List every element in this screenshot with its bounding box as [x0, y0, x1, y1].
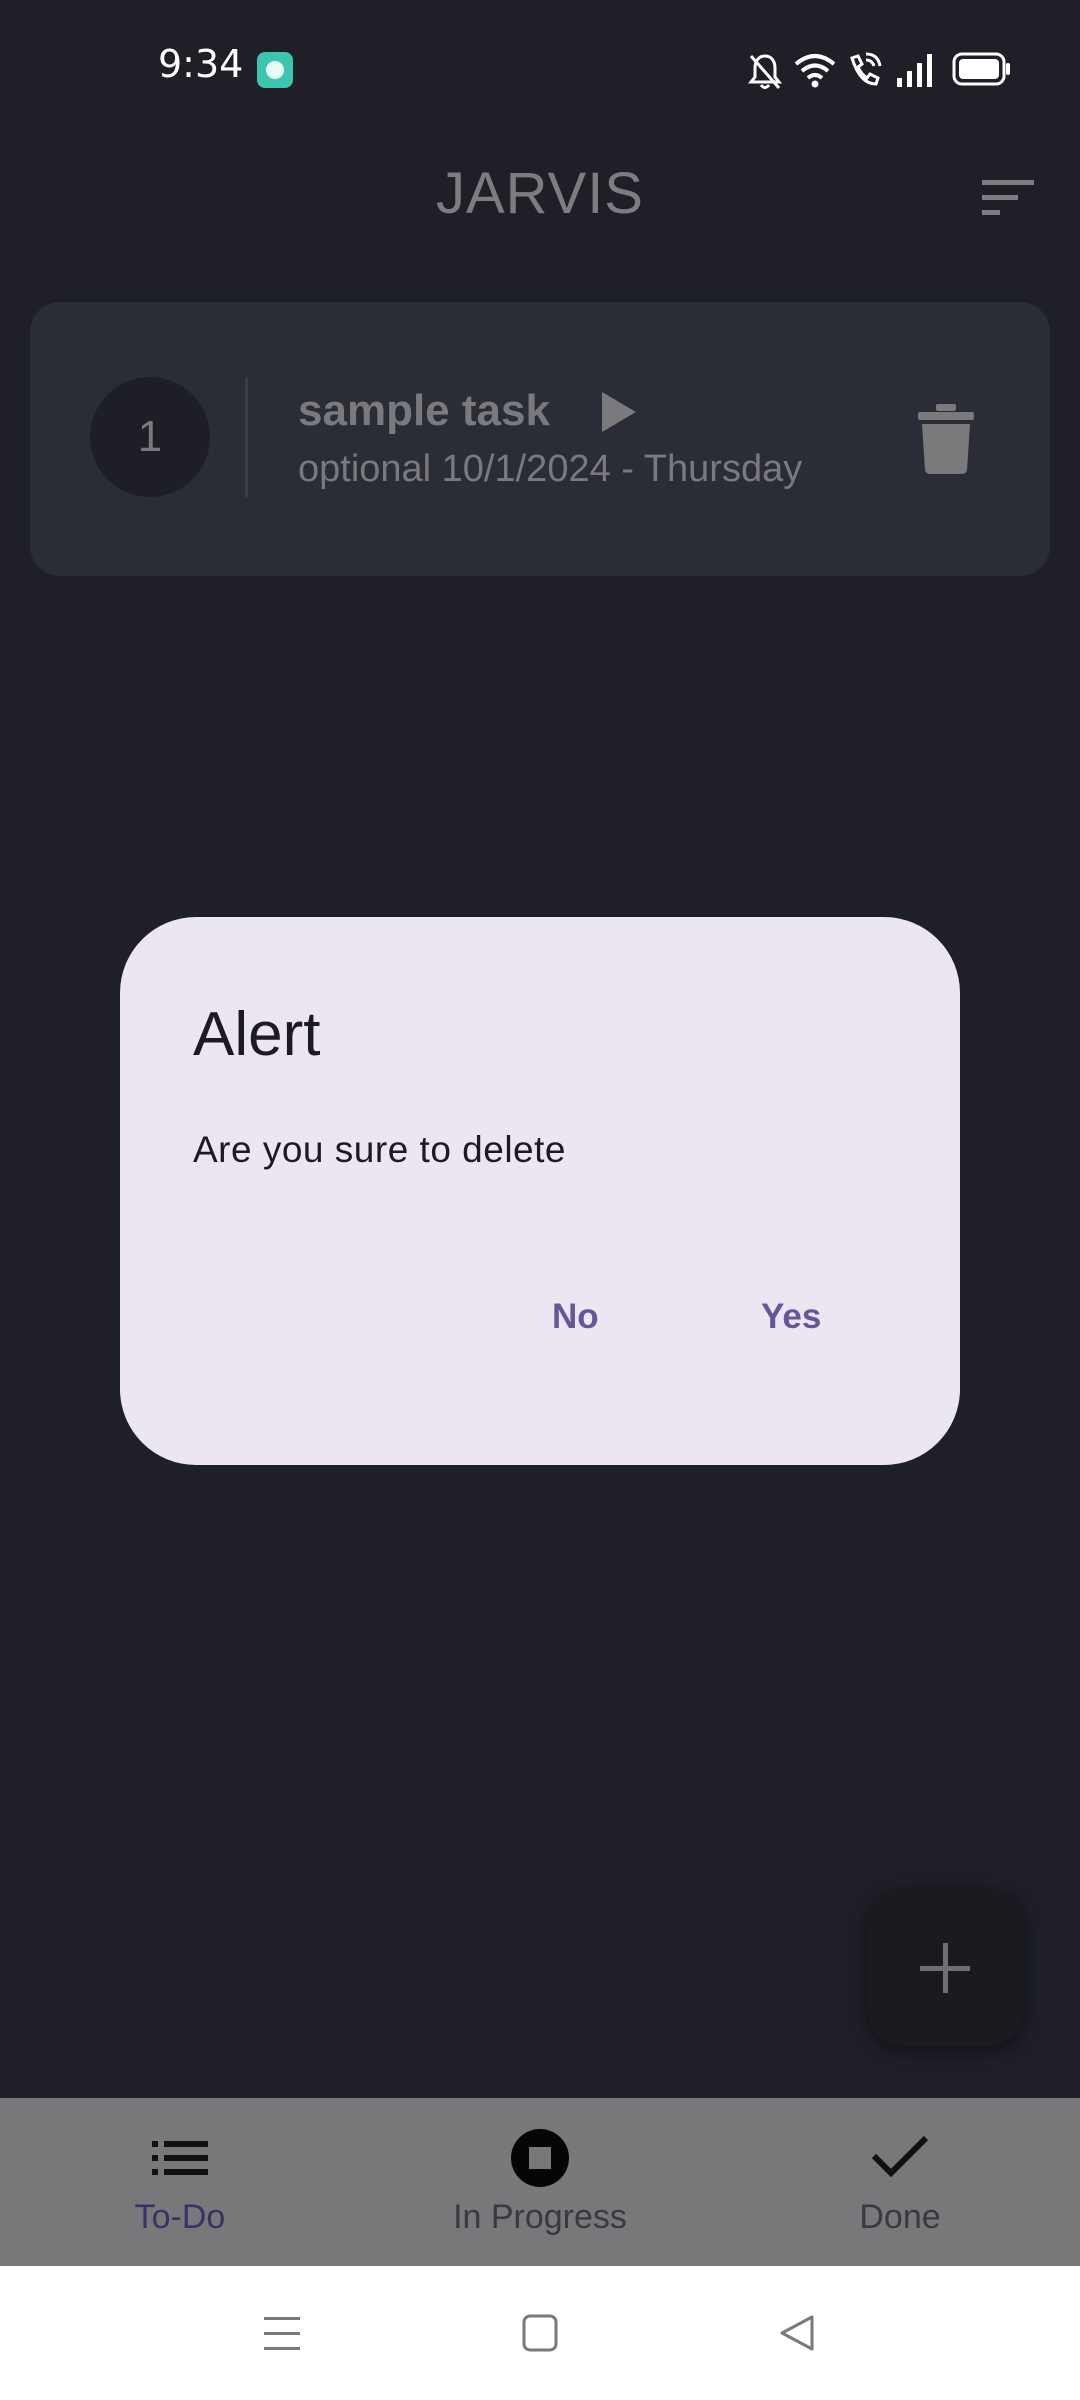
play-icon[interactable]: [598, 390, 638, 434]
wifi-calling-icon: [850, 52, 882, 86]
yes-button[interactable]: Yes: [761, 1297, 821, 1337]
nav-label-done: Done: [859, 2198, 941, 2236]
divider: [245, 377, 248, 497]
nav-item-in-progress[interactable]: In Progress: [360, 2098, 720, 2266]
sort-icon[interactable]: [980, 178, 1036, 218]
task-number-avatar: 1: [90, 377, 210, 497]
mute-icon: [748, 54, 782, 89]
alert-dialog: Alert Are you sure to delete No Yes: [120, 917, 960, 1465]
battery-icon: [952, 52, 1010, 86]
nav-item-todo[interactable]: To-Do: [0, 2098, 360, 2266]
list-icon: [152, 2141, 208, 2175]
home-icon[interactable]: [522, 2314, 558, 2352]
task-card[interactable]: 1 sample task optional 10/1/2024 - Thurs…: [30, 302, 1050, 576]
task-title: sample task: [298, 386, 550, 435]
nav-label-todo: To-Do: [134, 2198, 226, 2236]
nav-item-done[interactable]: Done: [720, 2098, 1080, 2266]
menu-icon[interactable]: [262, 2314, 302, 2352]
check-icon: [871, 2135, 929, 2178]
wifi-icon: [794, 54, 836, 88]
add-task-button[interactable]: [868, 1890, 1024, 2046]
bottom-navigation: To-Do In Progress Done: [0, 2098, 1080, 2266]
nav-label-in-progress: In Progress: [453, 2198, 627, 2236]
signal-icon: [897, 54, 932, 87]
back-icon[interactable]: [778, 2314, 816, 2352]
status-bar: 9:34: [0, 0, 1080, 135]
no-button[interactable]: No: [552, 1297, 599, 1337]
dialog-message: Are you sure to delete: [193, 1129, 566, 1170]
app-title: JARVIS: [435, 161, 644, 226]
trash-icon[interactable]: [916, 402, 976, 476]
status-time: 9:34: [158, 42, 244, 86]
app-notification-icon: [257, 52, 293, 88]
task-subtitle: optional 10/1/2024 - Thursday: [298, 448, 803, 490]
dialog-title: Alert: [193, 1000, 321, 1069]
stop-circle-icon: [511, 2129, 569, 2187]
system-navigation-bar: [0, 2266, 1080, 2400]
screen: 9:34 JARVIS 1 sample task optional 10/1/…: [0, 0, 1080, 2400]
